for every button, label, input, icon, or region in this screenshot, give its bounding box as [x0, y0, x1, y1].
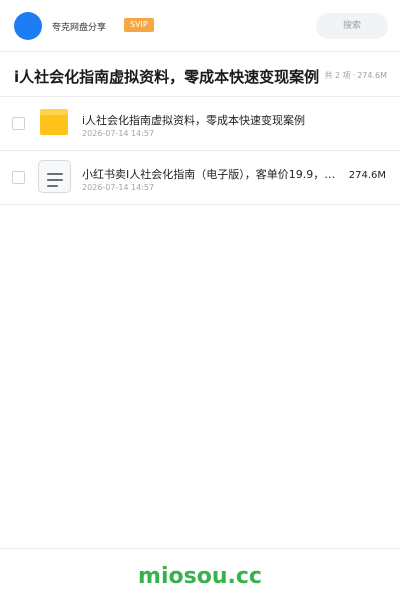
file-date: 2026-07-14 14:57: [82, 129, 155, 138]
file-row[interactable]: 小红书卖I人社会化指南（电子版），客单价19.9，日入四位数 2026-07-1…: [0, 151, 400, 205]
search-input[interactable]: 搜索: [316, 13, 388, 39]
select-checkbox[interactable]: [12, 171, 25, 184]
site-watermark[interactable]: miosou.cc: [0, 564, 400, 589]
file-row[interactable]: i人社会化指南虚拟资料，零成本快速变现案例 2026-07-14 14:57: [0, 97, 400, 151]
top-bar: 夸克网盘分享 SVIP 搜索: [0, 0, 400, 52]
document-icon: [38, 160, 71, 193]
share-title-bar: i人社会化指南虚拟资料，零成本快速变现案例 共 2 项 · 274.6M: [0, 52, 400, 97]
summary-separator: ·: [352, 71, 356, 80]
total-size: 274.6M: [357, 71, 387, 80]
footer: miosou.cc: [0, 548, 400, 600]
avatar[interactable]: [14, 12, 42, 40]
page-title: i人社会化指南虚拟资料，零成本快速变现案例: [14, 68, 320, 86]
file-name[interactable]: 小红书卖I人社会化指南（电子版），客单价19.9，日入四位数: [82, 166, 342, 182]
app-name: 夸克网盘分享: [52, 23, 107, 33]
folder-icon: [40, 109, 68, 135]
file-name[interactable]: i人社会化指南虚拟资料，零成本快速变现案例: [82, 112, 305, 128]
file-size: 274.6M: [348, 170, 386, 181]
share-summary: 共 2 项 · 274.6M: [323, 70, 388, 81]
svip-badge: SVIP: [124, 18, 154, 32]
select-checkbox[interactable]: [12, 117, 25, 130]
item-count: 共 2 项: [324, 71, 351, 80]
file-date: 2026-07-14 14:57: [82, 183, 155, 192]
